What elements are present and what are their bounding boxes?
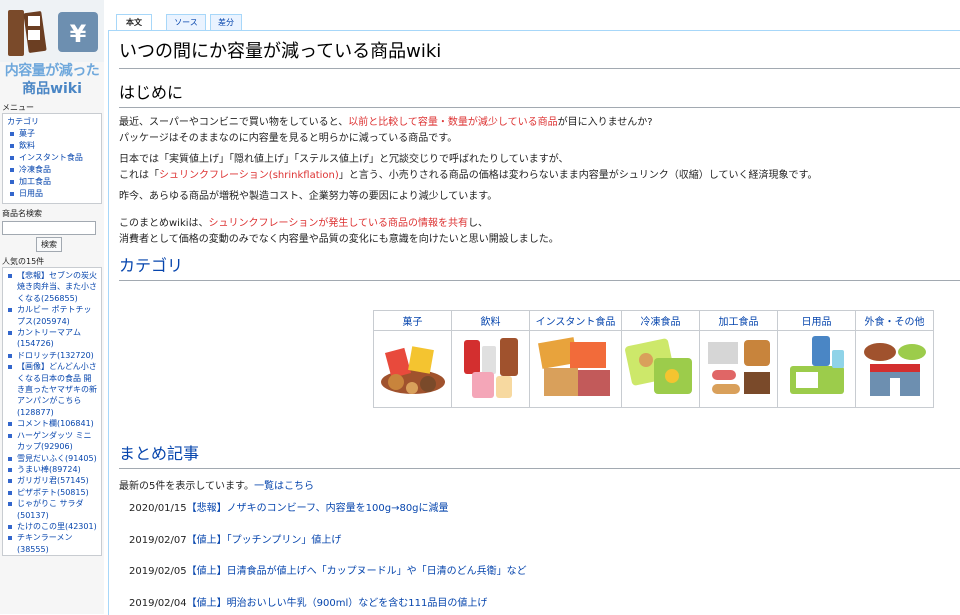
tab-source[interactable]: ソース [166, 14, 206, 30]
popular-item[interactable]: カントリーマアム(154726) [8, 327, 99, 350]
highlight-text: シュリンクフレーション(shrinkflation) [159, 170, 339, 181]
list-item: 2019/02/07【値上】「プッチンプリン」値上げ [129, 531, 341, 546]
sidebar-item-drinks[interactable]: 飲料 [10, 140, 97, 152]
sidebar-item-daily[interactable]: 日用品 [10, 188, 97, 200]
drinks-icon [463, 338, 518, 398]
article-link[interactable]: 【値上】日清食品が値上げへ「カップヌードル」や「日清のどん兵衛」など [187, 566, 527, 577]
article-date: 2019/02/05 [129, 566, 187, 577]
category-link-snacks[interactable]: 菓子 [373, 310, 452, 331]
popular-item[interactable]: ガリガリ君(57145) [8, 475, 99, 486]
tab-diff[interactable]: 差分 [210, 14, 242, 30]
logo-line-1: 内容量が減った [4, 63, 100, 79]
intro-paragraph-3: 昨今、あらゆる商品が増税や製造コスト、企業努力等の要因により減少しています。 [119, 189, 497, 205]
text: 」と言う、小売りされる商品の価格は変わらないまま内容量がシュリンク（収縮）してい… [338, 170, 818, 181]
tab-main[interactable]: 本文 [116, 14, 152, 31]
sidebar: ¥ 内容量が減った 商品wiki メニュー カテゴリ 菓子 飲料 インスタント食… [0, 0, 104, 614]
main-content: いつの間にか容量が減っている商品wiki はじめに 最近、スーパーやコンビニで買… [108, 30, 960, 615]
highlight-text: シュリンクフレーションが発生している商品の情報を共有 [208, 218, 469, 229]
category-link-daily[interactable]: 日用品 [777, 310, 856, 331]
text: 昨今、あらゆる商品が増税や製造コスト、企業努力等の要因により減少しています。 [119, 191, 498, 202]
popular-item[interactable]: ハーゲンダッツ ミニカップ(92906) [8, 430, 99, 453]
text: これは「 [119, 170, 159, 181]
text: このまとめwikiは、 [119, 218, 209, 229]
summary-heading: まとめ記事 [119, 440, 960, 469]
popular-item[interactable]: コメント欄(106841) [8, 418, 99, 429]
category-table: 菓子 飲料 インスタント食品 冷凍食品 加工食品 日用品 外食・その他 [373, 310, 934, 408]
category-image-instant[interactable] [529, 330, 622, 408]
logo-image: ¥ [0, 0, 104, 62]
search-button[interactable]: 検索 [36, 237, 62, 252]
text: し、 [468, 218, 489, 229]
article-date: 2020/01/15 [129, 503, 187, 514]
list-item: 2019/02/04【値上】明治おいしい牛乳（900ml）などを含む111品目の… [129, 594, 487, 609]
svg-text:¥: ¥ [70, 20, 87, 48]
category-link-drinks[interactable]: 飲料 [451, 310, 530, 331]
category-link-eatout[interactable]: 外食・その他 [855, 310, 934, 331]
eating-out-icon [863, 343, 926, 396]
text: 消費者として価格の変動のみでなく内容量や品質の変化にも意識を向けたいと思い開設し… [119, 234, 559, 245]
popular-item[interactable]: 【画像】どんどん小さくなる日本の食品 開き直ったヤマザキの新アンパンがこちら(1… [8, 361, 99, 418]
popular-list-box: 【悲報】セブンの炭火焼き肉弁当、また小さくなる(256855) カルビー ポテト… [2, 267, 102, 557]
instant-food-icon [537, 337, 610, 396]
popular-item[interactable]: 雪見だいふく(91405) [8, 453, 99, 464]
processed-food-icon [707, 340, 770, 394]
popular-item[interactable]: ピザポテト(50815) [8, 487, 99, 498]
popular-item[interactable]: 【悲報】セブンの炭火焼き肉弁当、また小さくなる(256855) [8, 270, 99, 304]
search-box: 検索 [2, 221, 102, 252]
popular-heading: 人気の15件 [2, 257, 45, 266]
highlight-text: 以前と比較して容量・数量が減少している商品 [348, 117, 558, 128]
popular-item[interactable]: じゃがりこ サラダ(50137) [8, 498, 99, 521]
category-heading: カテゴリ [119, 252, 960, 281]
logo-line-2: 商品wiki [22, 81, 82, 97]
summary-intro: 最新の5件を表示しています。一覧はこちら [119, 477, 314, 492]
sidebar-item-snacks[interactable]: 菓子 [10, 128, 97, 140]
snacks-icon [380, 346, 445, 394]
category-image-daily[interactable] [777, 330, 856, 408]
intro-paragraph-4: このまとめwikiは、シュリンクフレーションが発生している商品の情報を共有し、 … [119, 216, 559, 248]
all-articles-link[interactable]: 一覧はこちら [254, 481, 314, 492]
category-menu-list: 菓子 飲料 インスタント食品 冷凍食品 加工食品 日用品 [7, 128, 97, 200]
category-link-frozen[interactable]: 冷凍食品 [621, 310, 700, 331]
category-image-processed[interactable] [699, 330, 778, 408]
category-image-snacks[interactable] [373, 330, 452, 408]
list-item: 2019/02/05【値上】日清食品が値上げへ「カップヌードル」や「日清のどん兵… [129, 562, 527, 577]
category-image-eatout[interactable] [855, 330, 934, 408]
popular-item[interactable]: カルビー ポテトチップス(205974) [8, 304, 99, 327]
popular-item[interactable]: チキンラーメン(38555) [8, 532, 99, 555]
category-menu-title[interactable]: カテゴリ [7, 116, 97, 128]
category-image-frozen[interactable] [621, 330, 700, 408]
page-title: いつの間にか容量が減っている商品wiki [119, 37, 960, 69]
sidebar-item-frozen[interactable]: 冷凍食品 [10, 164, 97, 176]
sidebar-item-instant[interactable]: インスタント食品 [10, 152, 97, 164]
article-date: 2019/02/04 [129, 598, 187, 609]
intro-heading: はじめに [119, 79, 960, 108]
search-input[interactable] [2, 221, 96, 235]
menu-heading: メニュー [2, 103, 34, 112]
popular-item[interactable]: ドロリッチ(132720) [8, 350, 99, 361]
summary-intro-text: 最新の5件を表示しています。 [119, 481, 255, 492]
text: パッケージはそのままなのに内容量を見ると明らかに減っている商品です。 [119, 133, 458, 144]
text: 日本では「実質値上げ」「隠れ値上げ」「ステルス値上げ」と冗談交じりで呼ばれたりし… [119, 154, 569, 165]
intro-paragraph-2: 日本では「実質値上げ」「隠れ値上げ」「ステルス値上げ」と冗談交じりで呼ばれたりし… [119, 152, 817, 184]
text: 最近、スーパーやコンビニで買い物をしていると、 [119, 117, 349, 128]
popular-item[interactable]: うまい棒(89724) [8, 464, 99, 475]
frozen-food-icon [624, 338, 692, 394]
article-link[interactable]: 【悲報】ノザキのコンビーフ、内容量を100g→80gに減量 [187, 503, 449, 514]
daily-goods-icon [789, 336, 844, 394]
popular-list: 【悲報】セブンの炭火焼き肉弁当、また小さくなる(256855) カルビー ポテト… [5, 270, 99, 555]
category-menu: カテゴリ 菓子 飲料 インスタント食品 冷凍食品 加工食品 日用品 [2, 113, 102, 204]
article-date: 2019/02/07 [129, 535, 187, 546]
list-item: 2020/01/15【悲報】ノザキのコンビーフ、内容量を100g→80gに減量 [129, 499, 449, 514]
intro-paragraph-1: 最近、スーパーやコンビニで買い物をしていると、以前と比較して容量・数量が減少して… [119, 115, 653, 147]
category-image-drinks[interactable] [451, 330, 530, 408]
popular-item[interactable]: たけのこの里(42301) [8, 521, 99, 532]
search-heading: 商品名検索 [2, 209, 42, 218]
sidebar-item-processed[interactable]: 加工食品 [10, 176, 97, 188]
category-link-processed[interactable]: 加工食品 [699, 310, 778, 331]
category-link-instant[interactable]: インスタント食品 [529, 310, 622, 331]
text: が目に入りませんか? [557, 117, 653, 128]
site-logo[interactable]: ¥ 内容量が減った 商品wiki [0, 0, 104, 100]
article-link[interactable]: 【値上】「プッチンプリン」値上げ [187, 535, 342, 546]
article-link[interactable]: 【値上】明治おいしい牛乳（900ml）などを含む111品目の値上げ [187, 598, 488, 609]
